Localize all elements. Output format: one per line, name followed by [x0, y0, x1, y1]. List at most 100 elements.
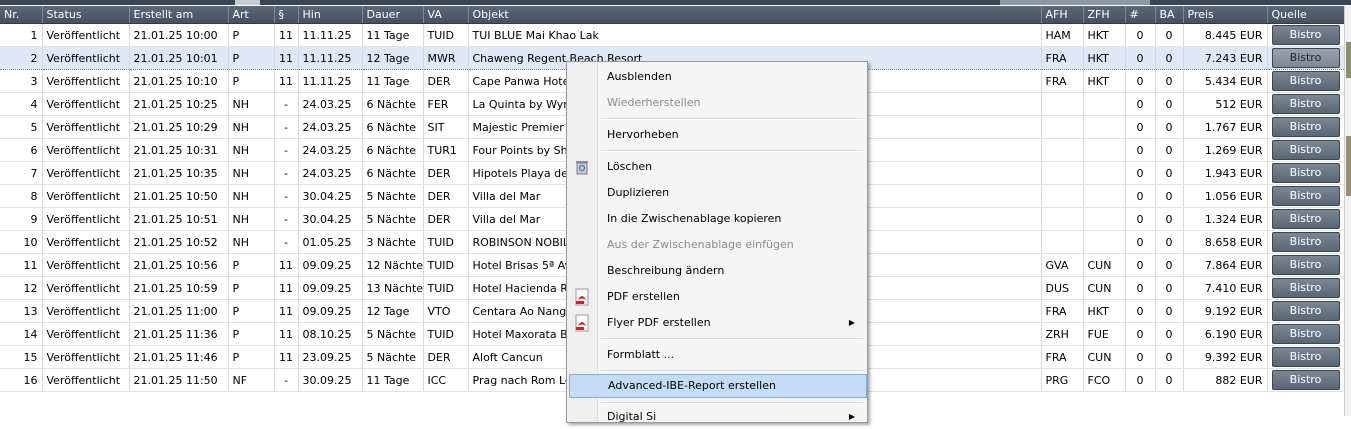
- menu-item-loeschen[interactable]: Löschen: [569, 155, 865, 179]
- bistro-button[interactable]: Bistro: [1271, 117, 1340, 137]
- cell-quelle: Bistro: [1267, 184, 1345, 208]
- cell-ba: 0: [1155, 207, 1184, 231]
- cell-preis: 7.243 EUR: [1183, 46, 1268, 70]
- cell-ba: 0: [1155, 161, 1184, 185]
- col-dauer[interactable]: Dauer: [362, 6, 424, 24]
- cell-quelle: Bistro: [1267, 276, 1345, 300]
- cell-erstellt: 21.01.25 10:50: [129, 184, 229, 208]
- bistro-button[interactable]: Bistro: [1271, 163, 1340, 183]
- cell-zfh: FCO: [1083, 368, 1126, 392]
- cell-art: P: [228, 276, 275, 300]
- cell-count: 0: [1125, 115, 1156, 139]
- bistro-button[interactable]: Bistro: [1271, 25, 1340, 45]
- col-preis[interactable]: Preis: [1183, 6, 1268, 24]
- menu-item-kopieren[interactable]: In die Zwischenablage kopieren: [569, 207, 865, 231]
- cell-art: P: [228, 345, 275, 369]
- cell-paragraph: -: [274, 138, 299, 162]
- cell-status: Veröffentlicht: [42, 207, 130, 231]
- cell-va: DER: [423, 184, 469, 208]
- cell-hin: 24.03.25: [298, 92, 363, 116]
- menu-item-beschreibung[interactable]: Beschreibung ändern: [569, 259, 865, 283]
- cell-nr: 7: [0, 161, 43, 185]
- col-erstellt[interactable]: Erstellt am: [129, 6, 229, 24]
- cell-erstellt: 21.01.25 11:50: [129, 368, 229, 392]
- cell-erstellt: 21.01.25 11:36: [129, 322, 229, 346]
- bistro-button[interactable]: Bistro: [1271, 209, 1340, 229]
- menu-item-ausblenden[interactable]: Ausblenden: [569, 65, 865, 89]
- submenu-arrow-icon: ▶: [848, 412, 855, 421]
- col-quelle[interactable]: Quelle: [1267, 6, 1345, 24]
- window-top-strip: [0, 0, 1351, 5]
- col-hin[interactable]: Hin: [298, 6, 363, 24]
- bistro-button[interactable]: Bistro: [1271, 278, 1340, 298]
- col-afh[interactable]: AFH: [1041, 6, 1084, 24]
- cell-preis: 1.269 EUR: [1183, 138, 1268, 162]
- menu-item-digital[interactable]: Digital Si ▶: [569, 405, 865, 429]
- cell-ba: 0: [1155, 138, 1184, 162]
- menu-item-einfuegen[interactable]: Aus der Zwischenablage einfügen: [569, 233, 865, 257]
- cell-va: TUID: [423, 253, 469, 277]
- cell-art: NF: [228, 368, 275, 392]
- cell-erstellt: 21.01.25 11:00: [129, 299, 229, 323]
- cell-va: TUID: [423, 276, 469, 300]
- cell-art: NH: [228, 115, 275, 139]
- cell-ba: 0: [1155, 253, 1184, 277]
- col-ba[interactable]: BA: [1155, 6, 1184, 24]
- cell-erstellt: 21.01.25 10:10: [129, 69, 229, 93]
- menu-item-duplizieren[interactable]: Duplizieren: [569, 181, 865, 205]
- cell-preis: 8.445 EUR: [1183, 23, 1268, 47]
- cell-dauer: 11 Tage: [362, 69, 424, 93]
- menu-item-formblatt[interactable]: Formblatt ...: [569, 343, 865, 367]
- cell-hin: 24.03.25: [298, 138, 363, 162]
- col-art[interactable]: Art: [228, 6, 275, 24]
- bistro-button[interactable]: Bistro: [1271, 186, 1340, 206]
- menu-item-wiederherstellen[interactable]: Wiederherstellen: [569, 91, 865, 115]
- cell-hin: 09.09.25: [298, 299, 363, 323]
- menu-item-ibe-report[interactable]: Advanced-IBE-Report erstellen: [569, 374, 867, 398]
- bistro-button[interactable]: Bistro: [1271, 301, 1340, 321]
- menu-item-pdf[interactable]: PDF erstellen: [569, 285, 865, 309]
- bistro-button[interactable]: Bistro: [1271, 48, 1340, 68]
- pdf-icon: [575, 314, 589, 332]
- cell-paragraph: 11: [274, 276, 299, 300]
- cell-count: 0: [1125, 322, 1156, 346]
- cell-preis: 1.056 EUR: [1183, 184, 1268, 208]
- menu-label: Advanced-IBE-Report erstellen: [608, 379, 776, 392]
- cell-zfh: FUE: [1083, 322, 1126, 346]
- col-paragraph[interactable]: §: [274, 6, 299, 24]
- col-objekt[interactable]: Objekt: [468, 6, 1042, 24]
- table-row[interactable]: 1 Veröffentlicht 21.01.25 10:00 P 11 11.11.25…: [0, 23, 1345, 47]
- col-count[interactable]: #: [1125, 6, 1156, 24]
- bistro-button[interactable]: Bistro: [1271, 255, 1340, 275]
- cell-ba: 0: [1155, 276, 1184, 300]
- menu-item-hervorheben[interactable]: Hervorheben: [569, 123, 865, 147]
- bistro-button[interactable]: Bistro: [1271, 140, 1340, 160]
- cell-zfh: [1083, 184, 1126, 208]
- cell-art: P: [228, 299, 275, 323]
- cell-va: VTO: [423, 299, 469, 323]
- col-nr[interactable]: Nr.: [0, 6, 43, 24]
- cell-afh: FRA: [1041, 69, 1084, 93]
- bistro-button[interactable]: Bistro: [1271, 324, 1340, 344]
- bistro-button[interactable]: Bistro: [1271, 71, 1340, 91]
- bistro-button[interactable]: Bistro: [1271, 370, 1340, 390]
- cell-ba: 0: [1155, 92, 1184, 116]
- col-status[interactable]: Status: [42, 6, 130, 24]
- col-va[interactable]: VA: [423, 6, 469, 24]
- cell-count: 0: [1125, 276, 1156, 300]
- cell-erstellt: 21.01.25 10:00: [129, 23, 229, 47]
- menu-label: Aus der Zwischenablage einfügen: [607, 238, 794, 251]
- cell-zfh: CUN: [1083, 253, 1126, 277]
- col-zfh[interactable]: ZFH: [1083, 6, 1126, 24]
- cell-dauer: 5 Nächte: [362, 207, 424, 231]
- bistro-button[interactable]: Bistro: [1271, 232, 1340, 252]
- cell-hin: 30.04.25: [298, 207, 363, 231]
- cell-nr: 11: [0, 253, 43, 277]
- cell-dauer: 5 Nächte: [362, 322, 424, 346]
- menu-item-flyer[interactable]: Flyer PDF erstellen ▶: [569, 311, 865, 335]
- cell-hin: 24.03.25: [298, 115, 363, 139]
- cell-dauer: 5 Nächte: [362, 345, 424, 369]
- bistro-button[interactable]: Bistro: [1271, 347, 1340, 367]
- cell-dauer: 6 Nächte: [362, 138, 424, 162]
- bistro-button[interactable]: Bistro: [1271, 94, 1340, 114]
